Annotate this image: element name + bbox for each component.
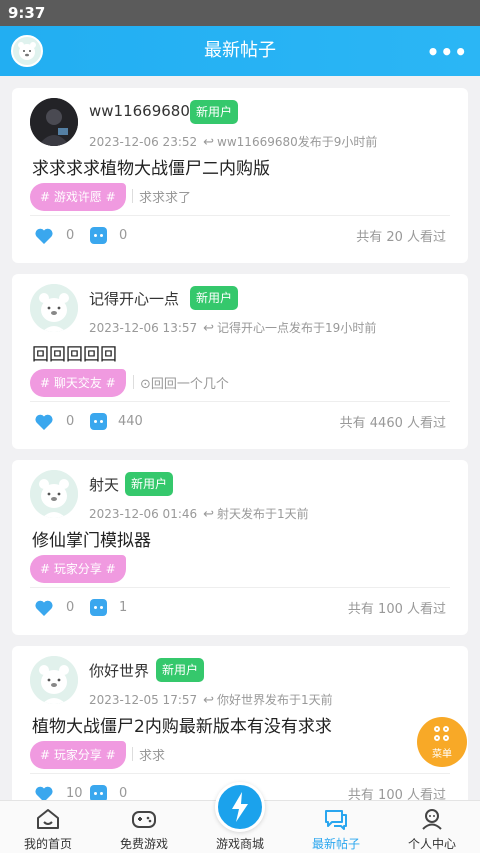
post-title[interactable]: 求求求求植物大战僵尸二内购版: [32, 154, 270, 179]
chat-icon: [325, 810, 347, 830]
post-username[interactable]: 射天: [89, 474, 119, 495]
more-menu-button[interactable]: •••: [427, 40, 468, 64]
post-published: 记得开心一点发布于19小时前: [217, 321, 377, 335]
post-username[interactable]: 记得开心一点: [89, 288, 179, 309]
post-excerpt: 求求求了: [131, 187, 191, 206]
status-bar: 9:37: [0, 0, 480, 26]
post-published: 射天发布于1天前: [217, 507, 309, 521]
new-user-badge: 新用户: [156, 658, 205, 682]
view-count: 共有 4460 人看过: [339, 416, 446, 431]
view-count: 共有 100 人看过: [347, 788, 446, 800]
home-icon: [37, 809, 59, 829]
post-meta: 2023-12-06 01:46 ↩ 射天发布于1天前: [89, 505, 309, 522]
post-meta: 2023-12-06 13:57 ↩ 记得开心一点发布于19小时前: [89, 319, 376, 336]
post-title[interactable]: 回回回回回: [32, 340, 117, 365]
post-card[interactable]: 射天 新用户 2023-12-06 01:46 ↩ 射天发布于1天前 修仙掌门模拟器…: [12, 460, 468, 635]
reply-arrow-icon: ↩: [203, 321, 215, 336]
view-count: 共有 20 人看过: [356, 230, 446, 245]
post-date: 2023-12-05 17:57: [89, 693, 198, 707]
post-published: ww11669680发布于9小时前: [217, 135, 378, 149]
tab-free-games[interactable]: 免费游戏: [96, 801, 192, 853]
post-date: 2023-12-06 13:57: [89, 321, 198, 335]
post-meta: 2023-12-06 23:52 ↩ ww11669680发布于9小时前: [89, 133, 377, 150]
tab-label: 我的首页: [23, 837, 72, 851]
post-card[interactable]: 你好世界 新用户 2023-12-05 17:57 ↩ 你好世界发布于1天前 植物大…: [12, 646, 468, 800]
post-card[interactable]: ww11669680 新用户 2023-12-06 23:52 ↩ ww116696…: [12, 88, 468, 263]
like-count: 0: [66, 414, 75, 429]
post-username[interactable]: 你好世界: [89, 660, 149, 681]
comment-icon[interactable]: [90, 227, 107, 244]
divider: [30, 215, 450, 216]
post-username[interactable]: ww11669680: [89, 102, 190, 120]
post-excerpt: ⊙回回一个几个: [133, 373, 229, 392]
bear-avatar-icon: [30, 470, 78, 518]
grid-icon: [434, 726, 450, 742]
post-tag[interactable]: # 玩家分享 #: [30, 555, 126, 583]
comment-count: 1: [119, 600, 128, 615]
tab-home[interactable]: 我的首页: [0, 801, 96, 853]
page-title: 最新帖子: [204, 40, 276, 61]
reply-arrow-icon: ↩: [203, 135, 215, 150]
comment-icon[interactable]: [90, 413, 107, 430]
menu-fab-label: 菜单: [432, 749, 452, 760]
heart-icon[interactable]: [34, 413, 54, 431]
dark-photo-avatar-icon: [30, 98, 78, 146]
gamepad-icon: [132, 811, 156, 828]
divider: [30, 401, 450, 402]
post-feed[interactable]: ww11669680 新用户 2023-12-06 23:52 ↩ ww116696…: [0, 76, 480, 800]
tab-label: 免费游戏: [119, 837, 168, 851]
post-tag[interactable]: # 聊天交友 #: [30, 369, 126, 397]
post-title[interactable]: 植物大战僵尸2内购最新版本有没有求求: [32, 712, 332, 737]
reply-arrow-icon: ↩: [203, 693, 215, 708]
post-avatar[interactable]: [30, 656, 78, 704]
post-meta: 2023-12-05 17:57 ↩ 你好世界发布于1天前: [89, 691, 333, 708]
bear-avatar-icon: [30, 284, 78, 332]
comment-icon[interactable]: [90, 785, 107, 800]
tab-label: 个人中心: [407, 837, 456, 851]
post-tag[interactable]: # 游戏许愿 #: [30, 183, 126, 211]
divider: [30, 587, 450, 588]
heart-icon[interactable]: [34, 785, 54, 800]
game-store-center-button[interactable]: [215, 782, 265, 832]
tab-profile[interactable]: 个人中心: [384, 801, 480, 853]
post-card[interactable]: 记得开心一点 新用户 2023-12-06 13:57 ↩ 记得开心一点发布于19小…: [12, 274, 468, 449]
like-count: 10: [66, 786, 83, 800]
bear-avatar-icon: [30, 656, 78, 704]
post-date: 2023-12-06 01:46: [89, 507, 198, 521]
heart-icon[interactable]: [34, 227, 54, 245]
post-avatar[interactable]: [30, 284, 78, 332]
tab-latest-posts[interactable]: 最新帖子: [288, 801, 384, 853]
person-icon: [422, 809, 442, 830]
comment-count: 0: [119, 786, 128, 800]
reply-arrow-icon: ↩: [203, 507, 215, 522]
post-date: 2023-12-06 23:52: [89, 135, 198, 149]
heart-icon[interactable]: [34, 599, 54, 617]
post-tag[interactable]: # 玩家分享 #: [30, 741, 126, 769]
post-excerpt: 求求: [131, 745, 165, 764]
post-avatar[interactable]: [30, 98, 78, 146]
comment-count: 440: [118, 414, 143, 429]
tab-label: 游戏商城: [215, 837, 264, 851]
divider: [30, 773, 450, 774]
title-bar: 最新帖子 •••: [0, 26, 480, 76]
new-user-badge: 新用户: [190, 286, 239, 310]
post-avatar[interactable]: [30, 470, 78, 518]
new-user-badge: 新用户: [125, 472, 174, 496]
comment-icon[interactable]: [90, 599, 107, 616]
post-title[interactable]: 修仙掌门模拟器: [32, 526, 151, 551]
new-user-badge: 新用户: [190, 100, 239, 124]
status-time: 9:37: [8, 4, 46, 22]
menu-fab-button[interactable]: 菜单: [417, 717, 467, 767]
view-count: 共有 100 人看过: [347, 602, 446, 617]
tab-label: 最新帖子: [311, 837, 360, 851]
post-published: 你好世界发布于1天前: [217, 693, 333, 707]
like-count: 0: [66, 228, 75, 243]
like-count: 0: [66, 600, 75, 615]
comment-count: 0: [119, 228, 128, 243]
lightning-icon: [232, 792, 248, 822]
